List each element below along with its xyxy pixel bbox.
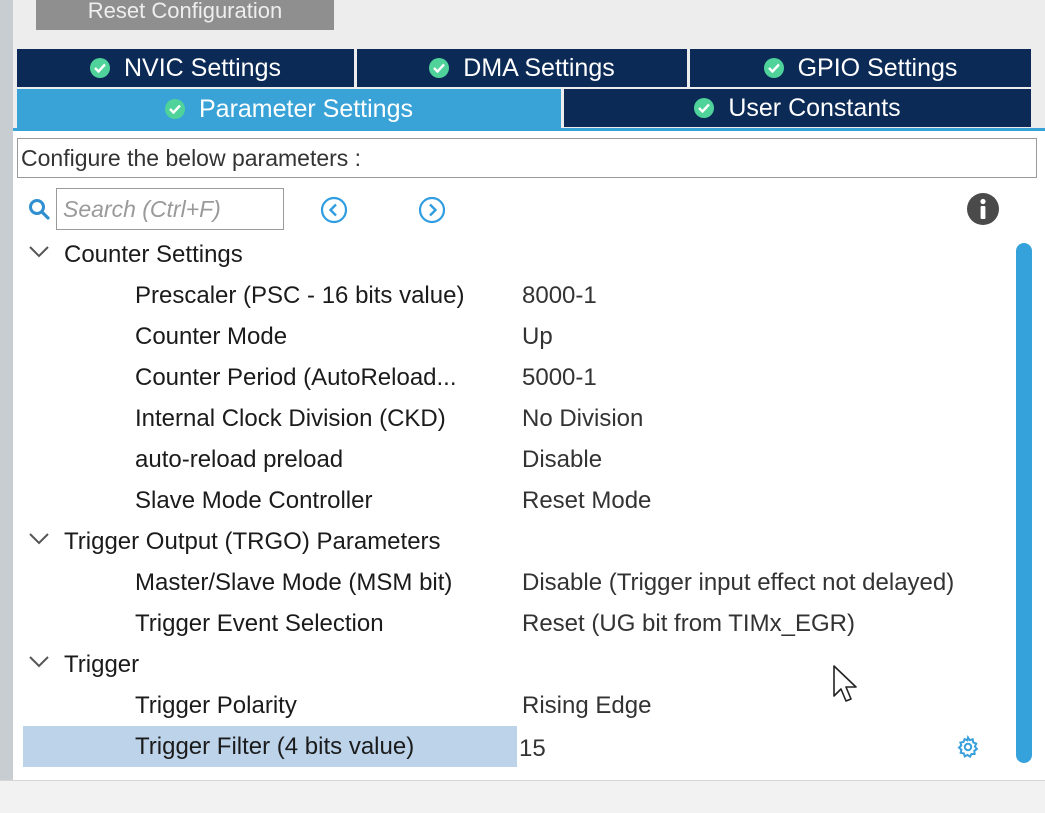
param-value[interactable]: Up [522,323,553,351]
tab-user-constants[interactable]: User Constants [564,89,1031,127]
param-row[interactable]: Slave Mode Controller Reset Mode [20,480,1010,521]
tab-label: GPIO Settings [797,53,958,82]
tab-nvic-settings[interactable]: NVIC Settings [17,49,354,87]
reset-configuration-button[interactable]: Reset Configuration [36,0,334,30]
param-value[interactable]: 5000-1 [522,364,597,392]
param-name: Internal Clock Division (CKD) [135,405,446,432]
gear-icon[interactable] [956,735,980,759]
check-circle-icon [429,58,450,78]
group-title: Trigger Output (TRGO) Parameters [64,528,441,555]
tab-label: Parameter Settings [199,94,413,123]
param-value[interactable]: Disable (Trigger input effect not delaye… [522,569,954,597]
check-circle-icon [763,58,784,78]
check-circle-icon [694,98,715,118]
chevron-down-icon[interactable] [28,531,50,547]
bottom-status-bar [0,780,1045,813]
tab-gpio-settings[interactable]: GPIO Settings [690,49,1031,87]
param-name: Trigger Event Selection [135,610,384,637]
param-row[interactable]: Prescaler (PSC - 16 bits value) 8000-1 [20,275,1010,316]
group-title: Counter Settings [64,241,243,268]
param-name: Slave Mode Controller [135,487,373,514]
search-icon [29,199,50,220]
param-value-input[interactable]: 15 [519,735,546,763]
param-name: auto-reload preload [135,446,344,473]
param-name: Trigger Filter (4 bits value) [135,733,415,760]
tab-label: NVIC Settings [123,53,281,82]
param-row[interactable]: Counter Mode Up [20,316,1010,357]
info-icon[interactable] [966,192,1000,226]
param-row[interactable]: Counter Period (AutoReload... 5000-1 [20,357,1010,398]
left-edge [0,0,13,780]
group-trigger-output[interactable]: Trigger Output (TRGO) Parameters [20,521,1010,562]
check-circle-icon [89,58,110,78]
param-name: Counter Mode [135,323,288,350]
param-row-selected[interactable]: Trigger Filter (4 bits value) 15 [20,726,1010,767]
chevron-left-circle-icon[interactable] [320,196,348,224]
param-name: Master/Slave Mode (MSM bit) [135,569,453,596]
chevron-right-circle-icon[interactable] [418,196,446,224]
param-value[interactable]: Reset Mode [522,487,651,515]
check-circle-icon [165,99,185,119]
group-counter-settings[interactable]: Counter Settings [20,234,1010,275]
description-field: Configure the below parameters : [17,138,1037,178]
search-input[interactable] [56,188,284,230]
param-row[interactable]: Master/Slave Mode (MSM bit) Disable (Tri… [20,562,1010,603]
tab-label: DMA Settings [463,53,615,82]
param-row[interactable]: Internal Clock Division (CKD) No Divisio… [20,398,1010,439]
tab-parameter-settings[interactable]: Parameter Settings [17,89,561,129]
mouse-pointer-icon [833,665,857,702]
param-value[interactable]: Rising Edge [522,692,651,720]
param-row[interactable]: Trigger Event Selection Reset (UG bit fr… [20,603,1010,644]
param-value[interactable]: Reset (UG bit from TIMx_EGR) [522,610,855,638]
tab-label: User Constants [728,93,901,122]
param-name: Counter Period (AutoReload... [135,364,457,391]
param-name: Trigger Polarity [135,692,297,719]
param-value[interactable]: No Division [522,405,643,433]
param-row[interactable]: auto-reload preload Disable [20,439,1010,480]
chevron-down-icon[interactable] [28,654,50,670]
param-value[interactable]: 8000-1 [522,282,597,310]
param-value[interactable]: Disable [522,446,602,474]
tab-dma-settings[interactable]: DMA Settings [357,49,687,87]
param-name: Prescaler (PSC - 16 bits value) [135,282,465,309]
group-title: Trigger [64,651,140,678]
chevron-down-icon[interactable] [28,244,50,260]
scrollbar-thumb[interactable] [1016,243,1032,763]
